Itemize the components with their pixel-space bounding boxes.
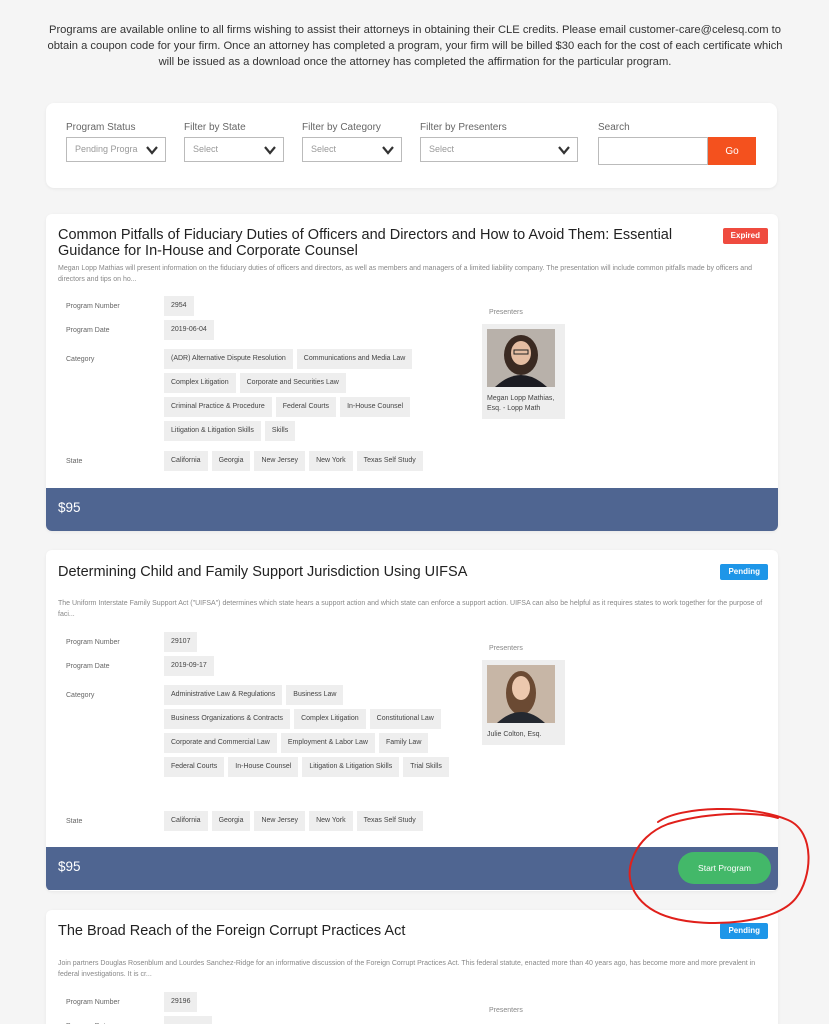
- state-tag: New Jersey: [254, 451, 306, 471]
- category-tag: Business Organizations & Contracts: [164, 709, 291, 729]
- state-tag: California: [164, 451, 208, 471]
- state-filter: Filter by State Select: [184, 122, 284, 162]
- program-number-label: Program Number: [66, 999, 120, 1006]
- presenter-card[interactable]: Julie Colton, Esq.: [482, 660, 565, 745]
- chevron-down-icon: [146, 146, 158, 155]
- program-description: The Uniform Interstate Family Support Ac…: [58, 600, 763, 618]
- state-label: State: [66, 458, 83, 465]
- price-bar: $95 Start Program: [46, 847, 778, 890]
- category-tag: In-House Counsel: [228, 757, 299, 777]
- state-tag: New York: [309, 811, 353, 831]
- presenters-filter: Filter by Presenters Select: [420, 122, 578, 162]
- search-input[interactable]: [598, 137, 708, 165]
- state-tag: New York: [309, 451, 353, 471]
- category-tag: Administrative Law & Regulations: [164, 685, 283, 705]
- program-number-label: Program Number: [66, 303, 120, 310]
- chevron-down-icon: [558, 146, 570, 155]
- status-filter-label: Program Status: [66, 122, 136, 133]
- program-title[interactable]: The Broad Reach of the Foreign Corrupt P…: [58, 923, 698, 939]
- category-tag: Federal Courts: [164, 757, 225, 777]
- status-badge: Expired: [722, 228, 768, 244]
- category-tag: Business Law: [286, 685, 344, 705]
- program-card: Determining Child and Family Support Jur…: [46, 550, 778, 891]
- category-filter-label: Filter by Category: [302, 122, 381, 133]
- search-label: Search: [598, 122, 630, 133]
- presenter-name: Julie Colton, Esq.: [487, 731, 542, 738]
- category-tag: Trial Skills: [403, 757, 449, 777]
- go-button[interactable]: Go: [708, 137, 756, 165]
- program-number-value: 2954: [164, 296, 194, 316]
- presenters-label: Presenters: [489, 1007, 523, 1014]
- category-filter: Filter by Category Select: [302, 122, 402, 162]
- presenter-photo: [487, 665, 555, 723]
- presenters-label: Presenters: [489, 645, 523, 652]
- price: $95: [58, 859, 81, 874]
- category-tag: Federal Courts: [275, 397, 337, 417]
- category-label: Category: [66, 356, 95, 363]
- status-badge: Pending: [720, 564, 768, 580]
- state-tag: Georgia: [211, 811, 251, 831]
- program-title[interactable]: Common Pitfalls of Fiduciary Duties of O…: [58, 227, 698, 259]
- category-tag: Constitutional Law: [369, 709, 441, 729]
- program-date-value: [164, 1016, 212, 1024]
- program-title[interactable]: Determining Child and Family Support Jur…: [58, 564, 698, 580]
- program-description: Megan Lopp Mathias will present informat…: [58, 265, 752, 283]
- state-tag: New Jersey: [254, 811, 306, 831]
- state-tag: California: [164, 811, 208, 831]
- program-number-label: Program Number: [66, 639, 120, 646]
- program-card: Common Pitfalls of Fiduciary Duties of O…: [46, 214, 778, 531]
- state-select[interactable]: Select: [184, 137, 284, 162]
- category-tag: Litigation & Litigation Skills: [302, 757, 400, 777]
- status-select[interactable]: Pending Progra: [66, 137, 166, 162]
- search-filter: Search Go: [598, 122, 756, 165]
- category-tag: Criminal Practice & Procedure: [164, 397, 272, 417]
- search-bar: Go: [598, 137, 756, 165]
- category-tag: Corporate and Securities Law: [239, 373, 346, 393]
- presenters-select-value: Select: [429, 144, 455, 154]
- status-filter: Program Status Pending Progra: [66, 122, 166, 162]
- category-tag: Complex Litigation: [294, 709, 366, 729]
- program-date-value: 2019-09-17: [164, 656, 214, 676]
- state-tag: Texas Self Study: [356, 811, 423, 831]
- filter-panel: Program Status Pending Progra Filter by …: [46, 103, 777, 188]
- program-number-value: 29107: [164, 632, 198, 652]
- intro-text: Programs are available online to all fir…: [47, 24, 783, 68]
- category-tag: Communications and Media Law: [296, 349, 413, 369]
- category-tag: Litigation & Litigation Skills: [164, 421, 261, 441]
- category-tag: Skills: [264, 421, 296, 441]
- state-filter-label: Filter by State: [184, 122, 246, 133]
- category-label: Category: [66, 692, 95, 699]
- chevron-down-icon: [264, 146, 276, 155]
- presenter-card[interactable]: Megan Lopp Mathias, Esq. - Lopp Math: [482, 324, 565, 419]
- program-date-label: Program Date: [66, 327, 110, 334]
- category-tag: Family Law: [378, 733, 429, 753]
- chevron-down-icon: [382, 146, 394, 155]
- presenters-select[interactable]: Select: [420, 137, 578, 162]
- program-date-value: 2019-06-04: [164, 320, 214, 340]
- program-card: The Broad Reach of the Foreign Corrupt P…: [46, 910, 778, 1024]
- category-tag: Employment & Labor Law: [280, 733, 375, 753]
- program-description: Join partners Douglas Rosenblum and Lour…: [58, 960, 756, 978]
- presenters-label: Presenters: [489, 309, 523, 316]
- program-date-label: Program Date: [66, 663, 110, 670]
- state-select-value: Select: [193, 144, 219, 154]
- category-select[interactable]: Select: [302, 137, 402, 162]
- state-tag: Georgia: [211, 451, 251, 471]
- start-program-button[interactable]: Start Program: [678, 852, 771, 884]
- state-label: State: [66, 818, 83, 825]
- presenter-photo: [487, 329, 555, 387]
- category-select-value: Select: [311, 144, 337, 154]
- price-bar: $95: [46, 488, 778, 531]
- category-tag: In-House Counsel: [340, 397, 411, 417]
- status-select-value: Pending Progra: [75, 144, 138, 154]
- presenters-filter-label: Filter by Presenters: [420, 122, 507, 133]
- program-number-value: 29196: [164, 992, 198, 1012]
- price: $95: [58, 500, 81, 515]
- state-tag: Texas Self Study: [356, 451, 423, 471]
- category-tag: Corporate and Commercial Law: [164, 733, 277, 753]
- presenter-name: Megan Lopp Mathias, Esq. - Lopp Math: [487, 395, 555, 412]
- category-tag: (ADR) Alternative Dispute Resolution: [164, 349, 293, 369]
- category-tag: Complex Litigation: [164, 373, 236, 393]
- status-badge: Pending: [720, 923, 768, 939]
